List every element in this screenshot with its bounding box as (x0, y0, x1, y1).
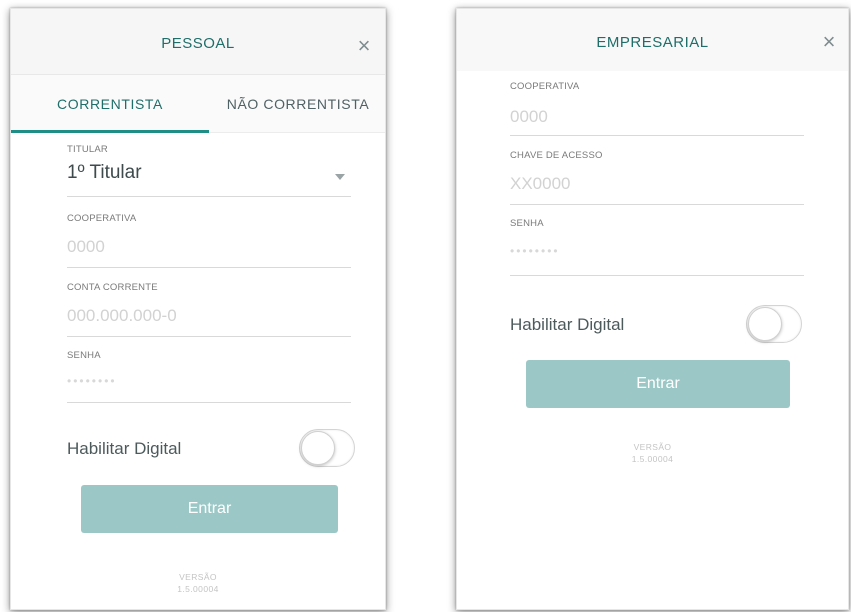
senha-input[interactable]: •••••••• (67, 374, 117, 388)
senha-field[interactable]: SENHA •••••••• (510, 218, 804, 278)
conta-corrente-underline (67, 336, 351, 337)
senha-label: SENHA (67, 350, 101, 361)
habilitar-digital-toggle[interactable] (746, 305, 802, 343)
chave-acesso-underline (510, 204, 804, 205)
titular-value: 1º Titular (67, 162, 142, 183)
senha-label: SENHA (510, 218, 544, 229)
senha-field[interactable]: SENHA •••••••• (67, 350, 351, 404)
conta-corrente-field[interactable]: CONTA CORRENTE 000.000.000-0 (67, 282, 351, 338)
empresarial-header: EMPRESARIAL × (457, 9, 848, 71)
toggle-knob (301, 431, 335, 465)
titular-label: TITULAR (67, 144, 108, 155)
habilitar-digital-row: Habilitar Digital (510, 305, 810, 345)
chave-acesso-input[interactable]: XX0000 (510, 174, 571, 194)
senha-input[interactable]: •••••••• (510, 244, 560, 258)
pessoal-login-panel: PESSOAL × CORRENTISTA NÃO CORRENTISTA TI… (10, 8, 386, 610)
senha-underline (510, 275, 804, 276)
close-icon[interactable]: × (814, 27, 844, 57)
entrar-button[interactable]: Entrar (526, 360, 790, 408)
chevron-down-icon (335, 174, 345, 180)
version-number: 1.5.00004 (631, 454, 674, 464)
senha-underline (67, 402, 351, 403)
habilitar-digital-label: Habilitar Digital (67, 439, 182, 458)
empresarial-login-panel: EMPRESARIAL × COOPERATIVA 0000 CHAVE DE … (456, 8, 849, 610)
tab-correntista[interactable]: CORRENTISTA (11, 75, 209, 133)
pessoal-header: PESSOAL × (11, 9, 385, 75)
habilitar-digital-row: Habilitar Digital (67, 429, 357, 469)
titular-select[interactable]: TITULAR 1º Titular (67, 144, 351, 198)
account-type-tabs: CORRENTISTA NÃO CORRENTISTA (11, 75, 385, 133)
empresarial-title: EMPRESARIAL (596, 34, 709, 51)
cooperativa-input[interactable]: 0000 (510, 107, 548, 127)
cooperativa-label: COOPERATIVA (67, 213, 137, 224)
cooperativa-underline (510, 135, 804, 136)
version-number: 1.5.00004 (177, 584, 219, 594)
version-label: VERSÃO (179, 572, 217, 582)
tab-nao-correntista[interactable]: NÃO CORRENTISTA (209, 75, 385, 133)
habilitar-digital-label: Habilitar Digital (510, 315, 625, 334)
cooperativa-underline (67, 267, 351, 268)
titular-underline (67, 196, 351, 197)
active-tab-indicator (11, 130, 209, 133)
cooperativa-field[interactable]: COOPERATIVA 0000 (510, 81, 804, 137)
conta-corrente-label: CONTA CORRENTE (67, 282, 158, 293)
toggle-knob (748, 307, 782, 341)
conta-corrente-input[interactable]: 000.000.000-0 (67, 306, 177, 326)
chave-acesso-label: CHAVE DE ACESSO (510, 150, 603, 161)
pessoal-title: PESSOAL (161, 35, 235, 52)
entrar-button[interactable]: Entrar (81, 485, 338, 533)
habilitar-digital-toggle[interactable] (299, 429, 355, 467)
close-icon[interactable]: × (349, 31, 379, 61)
cooperativa-field[interactable]: COOPERATIVA 0000 (67, 213, 351, 269)
cooperativa-input[interactable]: 0000 (67, 237, 105, 257)
cooperativa-label: COOPERATIVA (510, 81, 580, 92)
chave-acesso-field[interactable]: CHAVE DE ACESSO XX0000 (510, 150, 804, 206)
version-label: VERSÃO (633, 442, 672, 452)
